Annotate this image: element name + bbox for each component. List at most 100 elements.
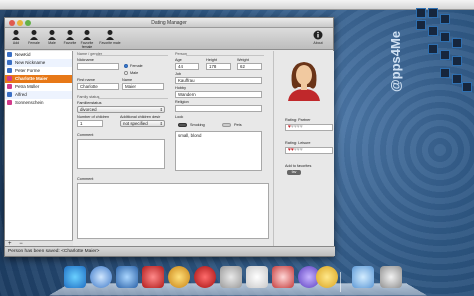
- person-list: NewKid New Nickname Peter Forme Charlott…: [5, 51, 73, 247]
- rating-partner-label: Rating: Partner: [285, 118, 311, 122]
- toolbar-about-button[interactable]: About: [309, 29, 327, 45]
- toolbar-favorite-male-label: Favorite male: [99, 41, 121, 45]
- toolbar-favorite-female-button[interactable]: Favorite female: [77, 29, 97, 49]
- favorite-male-icon: [106, 30, 114, 40]
- logo-tile: [452, 74, 462, 84]
- female-avatar-icon: [288, 62, 320, 101]
- pets-toggle[interactable]: [222, 123, 231, 127]
- trash-icon[interactable]: [380, 266, 402, 288]
- look-textarea[interactable]: small, blond: [175, 131, 262, 171]
- person-icon: [7, 52, 12, 57]
- logo-tile: [428, 8, 438, 18]
- firstname-field[interactable]: Charlotte: [77, 83, 119, 90]
- job-field[interactable]: Kauffrau: [175, 77, 262, 84]
- rating-partner-stars[interactable]: ♥♥♥♥♥: [285, 124, 333, 131]
- calendar-icon[interactable]: [246, 266, 268, 288]
- comment2-textarea[interactable]: [77, 183, 269, 239]
- person-icon: [7, 84, 12, 89]
- logo-tile: [440, 68, 450, 78]
- children-label: Number of children: [77, 115, 110, 119]
- weight-field[interactable]: 62: [237, 63, 262, 70]
- height-field[interactable]: 178: [206, 63, 231, 70]
- hobby-field[interactable]: Wandern: [175, 91, 262, 98]
- list-item[interactable]: Petra Müller: [5, 83, 72, 91]
- favorite-icon: [66, 30, 74, 40]
- divider: [98, 98, 168, 99]
- nickname-field[interactable]: [77, 63, 119, 70]
- person-icon: [7, 76, 12, 81]
- list-item-label: Sonnenschein: [15, 100, 44, 105]
- logo-tile: [428, 44, 438, 54]
- toolbar-female-button[interactable]: Female: [25, 29, 43, 45]
- familienstatus-select[interactable]: divorced: [77, 106, 165, 113]
- mail-icon[interactable]: [116, 266, 138, 288]
- title-bar: Dating Manager: [5, 18, 333, 28]
- list-item[interactable]: New Nickname: [5, 59, 72, 67]
- logo-tile: [416, 20, 426, 30]
- height-label: Height: [206, 58, 217, 62]
- list-item-selected[interactable]: Charlotte Maier: [5, 75, 72, 83]
- list-item[interactable]: Sonnenschein: [5, 99, 72, 107]
- dock-separator: [340, 272, 341, 292]
- heart-icon: ♥♥♥♥: [290, 124, 303, 130]
- person-add-icon: [12, 30, 20, 40]
- app-icon[interactable]: [316, 266, 338, 288]
- toolbar-male-label: Male: [48, 41, 56, 45]
- list-item-label: Charlotte Maier: [15, 76, 48, 81]
- rating-leisure-stars[interactable]: ♥♥♥♥♥: [285, 147, 333, 154]
- toolbar-add-label: Add: [12, 41, 20, 45]
- female-icon: [30, 30, 38, 40]
- male-label: Male: [130, 71, 139, 75]
- dock: [48, 262, 428, 296]
- toolbar-male-button[interactable]: Male: [43, 29, 61, 45]
- logo-tile: [452, 56, 462, 66]
- person-icon: [7, 92, 12, 97]
- list-item[interactable]: Peter Forme: [5, 67, 72, 75]
- female-radio[interactable]: [124, 64, 128, 68]
- world-icon[interactable]: [168, 266, 190, 288]
- toolbar-favorite-label: Favorite: [63, 41, 77, 45]
- pets-label: Pets: [234, 123, 242, 127]
- status-bar: Person has been saved: <Charlotte Maier>: [5, 246, 335, 256]
- look-label: Look: [175, 115, 184, 119]
- status-text: Person has been saved: <Charlotte Maier>: [8, 249, 100, 254]
- logo-tile: [440, 32, 450, 42]
- religion-label: Religion: [175, 100, 189, 104]
- rating-leisure-label: Rating: Leisure: [285, 141, 311, 145]
- divider: [96, 55, 168, 56]
- religion-field[interactable]: [175, 105, 262, 112]
- comment-textarea[interactable]: [77, 139, 165, 169]
- family-group-label: Family status: [77, 95, 100, 99]
- toolbar-favorite-male-button[interactable]: Favorite male: [99, 29, 121, 45]
- nickname-label: Nickname: [77, 58, 94, 62]
- list-item-label: New Nickname: [15, 60, 46, 65]
- downloads-folder-icon[interactable]: [352, 266, 374, 288]
- smoking-toggle[interactable]: [178, 123, 187, 127]
- additional-children-select[interactable]: not specified: [120, 120, 165, 127]
- game-icon[interactable]: [142, 266, 164, 288]
- list-item-label: NewKid: [15, 52, 31, 57]
- list-item[interactable]: NewKid: [5, 51, 72, 59]
- person-icon: [7, 68, 12, 73]
- list-item-label: Alfred: [15, 92, 27, 97]
- heart-icon: ♥♥♥: [293, 147, 303, 153]
- female-label: Female: [130, 64, 143, 68]
- list-item[interactable]: Alfred: [5, 91, 72, 99]
- favorites-button[interactable]: fav: [287, 170, 301, 175]
- favorites-label: Add to favorites: [285, 164, 312, 168]
- finder-icon[interactable]: [64, 266, 86, 288]
- profile-panel: Rating: Partner ♥♥♥♥♥ Rating: Leisure ♥♥…: [273, 51, 334, 247]
- app-store-icon[interactable]: [194, 266, 216, 288]
- qr-code-icon[interactable]: [220, 266, 242, 288]
- app-window: Dating Manager Add Female Male Favorite …: [4, 17, 335, 257]
- toolbar-add-button[interactable]: Add: [7, 29, 25, 45]
- children-field[interactable]: 1: [77, 120, 103, 127]
- male-radio[interactable]: [124, 71, 128, 75]
- safari-icon[interactable]: [90, 266, 112, 288]
- logo-tile: [452, 38, 462, 48]
- dating-manager-icon[interactable]: [272, 266, 294, 288]
- name-label: Name: [122, 78, 133, 82]
- comment-label: Comment: [77, 133, 94, 137]
- age-field[interactable]: 44: [175, 63, 199, 70]
- name-field[interactable]: Maier: [122, 83, 164, 90]
